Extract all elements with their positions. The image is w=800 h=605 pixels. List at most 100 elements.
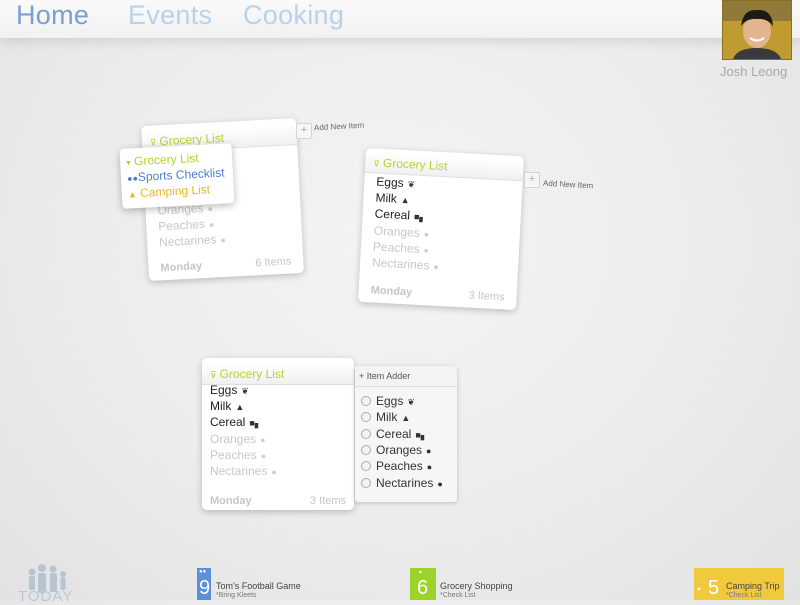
leaf-icon: ▾ [125,157,132,168]
add-circle-icon [361,461,371,471]
egg-icon: ❦ [407,397,415,407]
event-title[interactable]: Grocery Shopping [440,581,513,591]
add-circle-icon [361,412,371,422]
list-item[interactable]: Milk ▲ [375,191,410,207]
list-item[interactable]: Milk ▲ [210,399,244,413]
grocery-card-2[interactable]: ⊽ Grocery List Eggs ❦ Milk ▲ Cereal ■▖ Orang… [358,147,524,311]
list-item[interactable]: Oranges ● [373,223,429,240]
event-tile-camping[interactable]: ▲ 5 Camping Trip *Check List [694,568,784,600]
peach-icon: ● [260,451,267,461]
add-circle-icon [361,478,371,488]
list-switcher-dropdown[interactable]: ▾ Grocery List ●●Sports Checklist ▲ Camp… [119,143,235,209]
milk-carton-icon: ▲ [401,413,411,423]
user-photo [723,1,791,59]
item-count: 3 Items [309,495,346,507]
cereal-box-icon: ■▖ [249,418,262,428]
list-item[interactable]: Nectarines ● [372,255,439,272]
nectarine-icon: ● [271,467,277,477]
add-circle-icon [361,429,371,439]
event-title[interactable]: Camping Trip [726,581,780,591]
footer-day: Monday [370,284,413,299]
avatar[interactable] [722,0,792,60]
list-item[interactable]: Eggs ❦ [210,383,249,397]
item-count: 3 Items [468,289,505,304]
peach-icon: ● [426,462,433,472]
event-tile-grocery[interactable]: ▾ 6 [410,568,436,600]
list-icon: ⊽ [210,370,217,380]
list-item[interactable]: Oranges ● [210,432,265,446]
card-footer: Monday 3 Items [210,493,346,507]
balls-icon: ●● [199,569,207,575]
egg-icon: ❦ [241,386,249,396]
item-adder-panel: + Item Adder Eggs ❦ Milk ▲ Cereal ■▖ Orange… [355,366,457,502]
adder-item-nectarines[interactable]: Nectarines ● [361,476,443,490]
tab-cooking[interactable]: Cooking [243,0,344,31]
orange-icon: ● [423,229,430,240]
dropdown-item-camping[interactable]: ▲ Camping List [127,182,211,200]
tent-icon: ▲ [696,586,702,592]
top-nav-bar: Home Events Cooking [0,0,800,38]
adder-item-oranges[interactable]: Oranges ● [361,443,431,457]
list-item[interactable]: Nectarines ● [210,464,277,478]
list-item[interactable]: Nectarines ● [159,232,226,249]
peach-icon: ● [208,219,215,230]
event-title[interactable]: Tom's Football Game [216,581,301,591]
card-title: Grocery List [219,367,285,381]
card-header[interactable]: ⊽ Grocery List [202,364,354,385]
egg-icon: ❦ [407,179,416,190]
event-day: 9 [199,577,211,599]
event-tile-football[interactable]: ●● 9 [197,568,211,600]
item-adder-header: + Item Adder [355,366,457,387]
tent-icon: ▲ [127,189,138,200]
event-note: *Check List [726,592,762,599]
adder-item-peaches[interactable]: Peaches ● [361,459,432,473]
event-note: *Bring Kleets [216,592,257,599]
orange-icon: ● [207,203,214,214]
list-item[interactable]: Peaches ● [158,216,215,233]
nectarine-icon: ● [220,234,227,246]
footer-day: Monday [210,495,252,507]
milk-carton-icon: ▲ [400,194,410,206]
add-item-button[interactable]: + [296,123,312,139]
cereal-box-icon: ■▖ [415,430,428,440]
dropdown-item-sports[interactable]: ●●Sports Checklist [127,166,225,185]
nectarine-icon: ● [433,261,440,272]
card-footer: Monday 3 Items [370,282,505,303]
list-item[interactable]: Cereal ■▖ [374,207,426,224]
list-icon: ⊽ [373,158,381,169]
plus-icon: + [359,371,365,381]
footer-day: Monday [160,260,203,275]
list-item[interactable]: Eggs ❦ [376,175,416,191]
list-item[interactable]: Cereal ■▖ [210,415,262,429]
list-item[interactable]: Peaches ● [373,239,430,256]
milk-carton-icon: ▲ [235,402,245,412]
card-footer: Monday 6 Items [160,253,292,275]
today-label: TODAY [18,588,74,605]
orange-icon: ● [260,435,266,445]
add-circle-icon [361,445,371,455]
user-name: Josh Leong [720,64,788,79]
list-item[interactable]: Peaches ● [210,448,266,462]
add-new-item-label[interactable]: Add New Item [314,121,365,133]
adder-item-eggs[interactable]: Eggs ❦ [361,394,415,408]
add-item-button[interactable]: + [524,172,540,188]
adder-item-milk[interactable]: Milk ▲ [361,410,410,424]
dropdown-item-grocery[interactable]: ▾ Grocery List [126,151,199,169]
nectarine-icon: ● [437,479,443,489]
leaf-icon: ▾ [419,570,423,576]
peach-icon: ● [423,245,430,256]
event-note: *Check List [440,592,476,599]
adder-item-cereal[interactable]: Cereal ■▖ [361,427,428,441]
balls-icon: ●● [126,173,139,184]
event-day: 6 [417,577,429,599]
event-day: 5 [708,577,720,599]
add-circle-icon [361,396,371,406]
item-count: 6 Items [254,255,292,270]
grocery-card-3[interactable]: ⊽ Grocery List Eggs ❦ Milk ▲ Cereal ■▖ Orang… [202,358,354,510]
card-title: Grocery List [382,155,448,174]
tab-events[interactable]: Events [128,0,212,31]
cereal-box-icon: ■▖ [413,211,427,223]
add-new-item-label[interactable]: Add New Item [543,179,594,191]
tab-home[interactable]: Home [16,0,89,31]
orange-icon: ● [426,446,432,456]
